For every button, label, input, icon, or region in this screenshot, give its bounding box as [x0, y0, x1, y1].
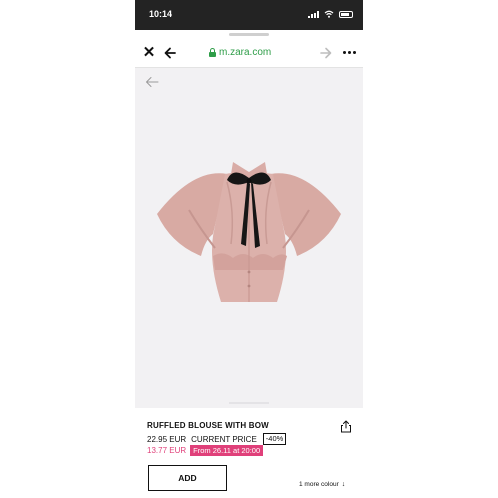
- more-horizontal-icon[interactable]: [343, 51, 356, 54]
- status-time: 10:14: [149, 9, 173, 19]
- product-image-area[interactable]: [135, 68, 363, 408]
- promo-badge: From 26.11 at 20:00: [190, 445, 264, 456]
- blouse-image: [157, 162, 341, 302]
- url-text: m.zara.com: [219, 47, 272, 58]
- sale-price: 13.77 EUR: [147, 446, 187, 455]
- add-button[interactable]: ADD: [148, 465, 227, 491]
- sale-row: 13.77 EUR From 26.11 at 20:00: [147, 445, 264, 456]
- original-price: 22.95 EUR: [147, 434, 187, 444]
- arrow-left-icon[interactable]: [163, 45, 177, 61]
- arrow-down-icon: ↓: [341, 481, 346, 488]
- signal-icon: [308, 10, 319, 18]
- phone-screen: 10:14 ✕ m.zara.com RUFFLED BLOUSE WITH B…: [135, 0, 363, 498]
- close-icon[interactable]: ✕: [142, 45, 156, 61]
- status-icons: [308, 10, 353, 18]
- lock-icon: [209, 48, 216, 57]
- browser-toolbar: ✕ m.zara.com: [135, 38, 363, 68]
- sheet-handle: [229, 33, 269, 36]
- product-title: RUFFLED BLOUSE WITH BOW: [147, 421, 269, 430]
- current-price-label: CURRENT PRICE: [191, 434, 257, 444]
- product-info: RUFFLED BLOUSE WITH BOW 22.95 EUR CURREN…: [135, 408, 363, 498]
- more-colours-label: 1 more colour: [299, 481, 339, 488]
- status-bar: 10:14: [135, 0, 363, 36]
- arrow-right-icon[interactable]: [319, 45, 333, 61]
- image-pager: [229, 402, 269, 404]
- battery-icon: [339, 10, 353, 18]
- share-icon[interactable]: [340, 420, 352, 433]
- arrow-left-icon[interactable]: [145, 76, 159, 88]
- discount-badge: -40%: [262, 433, 287, 445]
- more-colours-link[interactable]: 1 more colour ↓: [299, 481, 345, 488]
- wifi-icon: [324, 10, 334, 18]
- price-row: 22.95 EUR CURRENT PRICE -40%: [147, 433, 287, 445]
- url-bar[interactable]: m.zara.com: [209, 47, 271, 58]
